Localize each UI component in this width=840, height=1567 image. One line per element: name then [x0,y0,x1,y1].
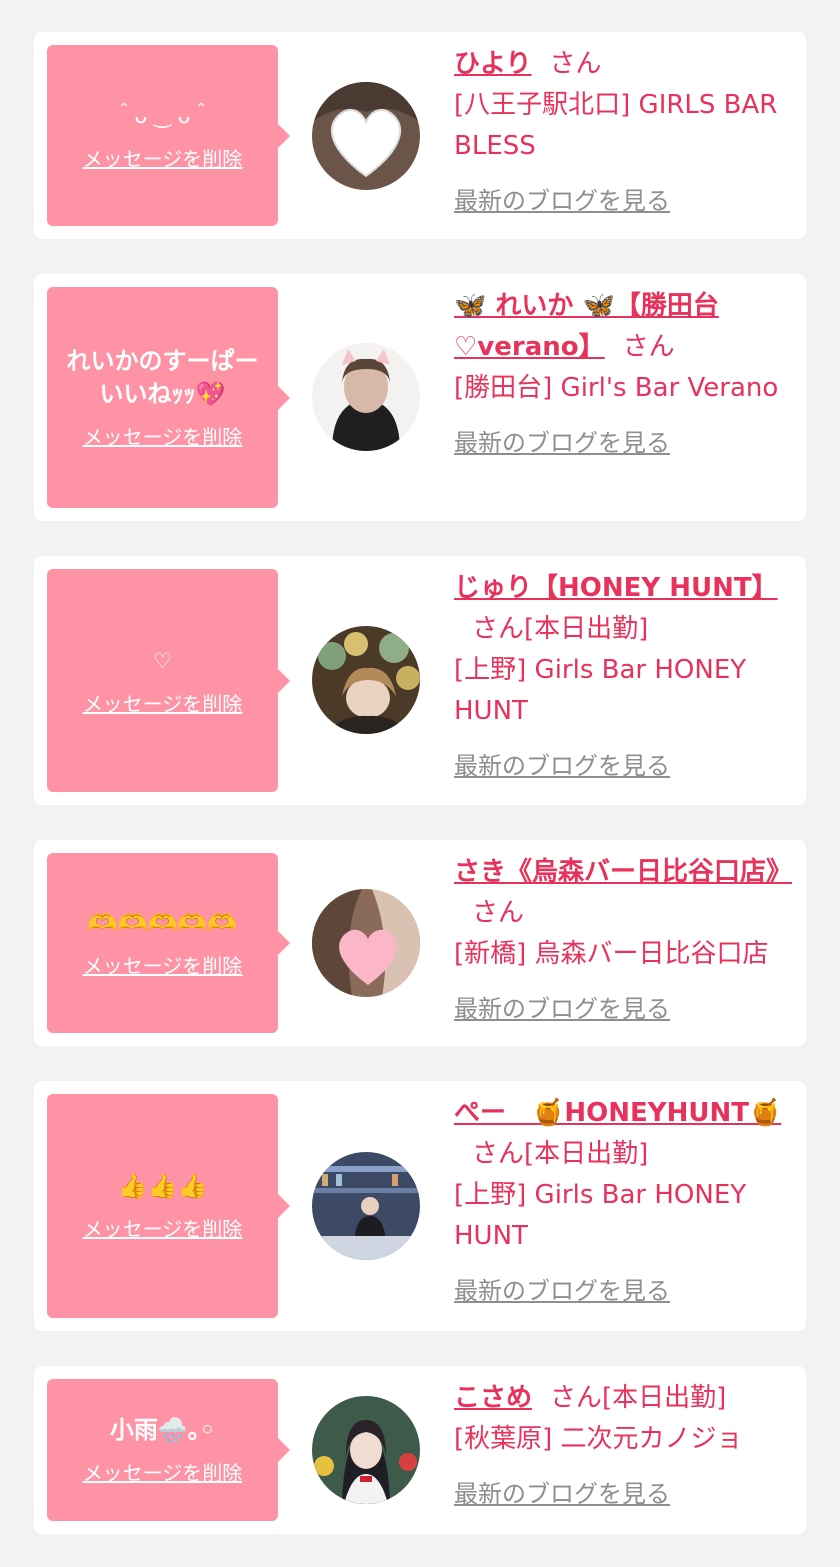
name-link[interactable]: 🦋 れいか 🦋【勝田台♡verano】 [454,291,719,362]
card-info: ぺー 🍯HONEYHUNT🍯 さん[本日出勤] [上野] Girls Bar HO… [454,1093,799,1306]
delete-message-link[interactable]: メッセージを削除 [83,421,243,450]
san-suffix: さん [472,614,525,644]
message-card: 小雨🌧️｡◦ メッセージを削除 こさめ さん[本日出勤] [秋葉原] 二次元カノジ… [34,1366,806,1534]
shop-name: [勝田台] Girl's Bar Verano [454,373,779,403]
name-line: ひより さん [454,44,799,85]
status-text: [本日出勤] [524,1139,649,1169]
name-link[interactable]: さき《烏森バー日比谷口店》 [454,857,792,887]
delete-message-link[interactable]: メッセージを削除 [83,688,243,717]
san-suffix: さん [472,898,525,928]
san-suffix: さん [472,1139,525,1169]
status-text: [本日出勤] [602,1383,727,1413]
avatar[interactable] [312,1152,420,1260]
card-info: ひより さん [八王子駅北口] GIRLS BAR BLESS 最新のブログを見る [454,44,799,216]
shop-name: [上野] Girls Bar HONEY HUNT [454,655,747,726]
shop-name: [上野] Girls Bar HONEY HUNT [454,1180,747,1251]
message-bubble: ＾ᴗ ‿ ᴗ＾ メッセージを削除 [47,45,290,226]
delete-message-link[interactable]: メッセージを削除 [83,143,243,172]
message-text: 小雨🌧️｡◦ [109,1416,216,1444]
shop-name: [秋葉原] 二次元カノジョ [454,1424,743,1454]
avatar[interactable] [312,1396,420,1504]
latest-blog-link[interactable]: 最新のブログを見る [454,423,670,458]
shop-name: [八王子駅北口] GIRLS BAR BLESS [454,90,778,161]
san-suffix: さん [549,49,602,79]
message-card: ＾ᴗ ‿ ᴗ＾ メッセージを削除 ひより さん [八王子駅北口] GIRLS BA… [34,32,806,239]
name-line: ぺー 🍯HONEYHUNT🍯 さん[本日出勤] [454,1093,799,1175]
bar-counter-icon [312,1152,420,1260]
avatar[interactable] [312,889,420,997]
avatar[interactable] [312,343,420,451]
message-text: 👍👍👍 [117,1172,208,1200]
name-link[interactable]: こさめ [454,1383,532,1413]
delete-message-link[interactable]: メッセージを削除 [83,1457,243,1486]
balloons-icon [312,626,420,734]
delete-message-link[interactable]: メッセージを削除 [83,950,243,979]
status-text: [本日出勤] [524,614,649,644]
message-card: れいかのすーぱーいいねｯｯ💖 メッセージを削除 🦋 れいか 🦋【勝田台♡vera… [34,274,806,521]
cat-ears-icon [312,343,420,451]
message-text: れいかのすーぱーいいねｯｯ💖 [66,347,259,408]
message-bubble: ♡ メッセージを削除 [47,569,290,792]
san-suffix: さん [550,1383,603,1413]
message-bubble: 小雨🌧️｡◦ メッセージを削除 [47,1379,290,1521]
name-line: さき《烏森バー日比谷口店》さん [454,852,799,934]
message-bubble: 🫶🫶🫶🫶🫶 メッセージを削除 [47,853,290,1033]
white-heart-icon [312,82,420,190]
avatar[interactable] [312,82,420,190]
latest-blog-link[interactable]: 最新のブログを見る [454,746,670,781]
pink-heart-icon [312,889,420,997]
message-card: ♡ メッセージを削除 じゅり【HONEY HUNT】さん[本日出勤] [上野] … [34,556,806,805]
message-card: 👍👍👍 メッセージを削除 ぺー 🍯HONEYHUNT🍯 さん[本日出勤] [上野]… [34,1081,806,1331]
message-bubble: 👍👍👍 メッセージを削除 [47,1094,290,1318]
message-card: 🫶🫶🫶🫶🫶 メッセージを削除 さき《烏森バー日比谷口店》さん [新橋] 烏森バー… [34,840,806,1046]
name-line: 🦋 れいか 🦋【勝田台♡verano】 さん [454,286,799,368]
latest-blog-link[interactable]: 最新のブログを見る [454,1271,670,1306]
name-link[interactable]: ひより [454,49,531,79]
card-info: 🦋 れいか 🦋【勝田台♡verano】 さん [勝田台] Girl's Bar V… [454,286,799,458]
card-info: じゅり【HONEY HUNT】さん[本日出勤] [上野] Girls Bar H… [454,568,799,781]
message-text: ＾ᴗ ‿ ᴗ＾ [113,103,212,128]
shop-name: [新橋] 烏森バー日比谷口店 [454,939,769,969]
maid-icon [312,1396,420,1504]
message-bubble: れいかのすーぱーいいねｯｯ💖 メッセージを削除 [47,287,290,508]
avatar[interactable] [312,626,420,734]
message-text: ♡ [153,648,172,673]
card-info: さき《烏森バー日比谷口店》さん [新橋] 烏森バー日比谷口店 最新のブログを見る [454,852,799,1024]
name-line: こさめ さん[本日出勤] [454,1378,799,1419]
message-text: 🫶🫶🫶🫶🫶 [87,909,238,937]
latest-blog-link[interactable]: 最新のブログを見る [454,989,670,1024]
latest-blog-link[interactable]: 最新のブログを見る [454,181,670,216]
card-info: こさめ さん[本日出勤] [秋葉原] 二次元カノジョ 最新のブログを見る [454,1378,799,1509]
latest-blog-link[interactable]: 最新のブログを見る [454,1474,670,1509]
delete-message-link[interactable]: メッセージを削除 [83,1213,243,1242]
name-link[interactable]: ぺー 🍯HONEYHUNT🍯 [454,1098,781,1128]
san-suffix: さん [622,332,675,362]
name-line: じゅり【HONEY HUNT】さん[本日出勤] [454,568,799,650]
name-link[interactable]: じゅり【HONEY HUNT】 [454,573,778,603]
